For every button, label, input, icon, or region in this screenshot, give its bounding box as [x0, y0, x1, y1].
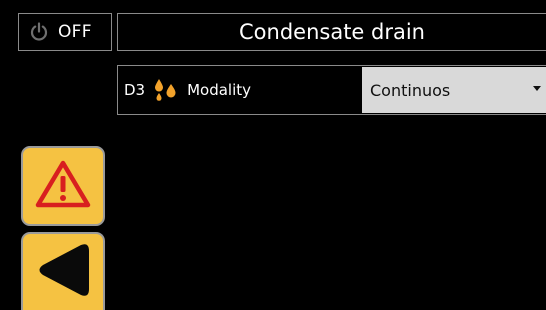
- warning-triangle-icon: [35, 159, 91, 213]
- power-status-label: OFF: [58, 22, 92, 42]
- back-arrow-icon: [33, 239, 93, 305]
- setting-label: Modality: [187, 81, 252, 99]
- page-title: Condensate drain: [239, 20, 425, 44]
- chevron-down-icon: [533, 86, 541, 91]
- setting-code: D3: [124, 81, 146, 99]
- alarm-button[interactable]: [21, 146, 105, 226]
- modality-dropdown[interactable]: Continuos: [362, 67, 546, 113]
- power-icon: [29, 22, 49, 42]
- power-toggle-button[interactable]: OFF: [18, 13, 112, 51]
- setting-row-modality: D3 Modality Continuos: [117, 65, 546, 115]
- water-drops-icon: [153, 78, 179, 102]
- back-button[interactable]: [21, 232, 105, 310]
- modality-dropdown-value: Continuos: [370, 80, 451, 100]
- page-title-bar: Condensate drain: [117, 13, 546, 51]
